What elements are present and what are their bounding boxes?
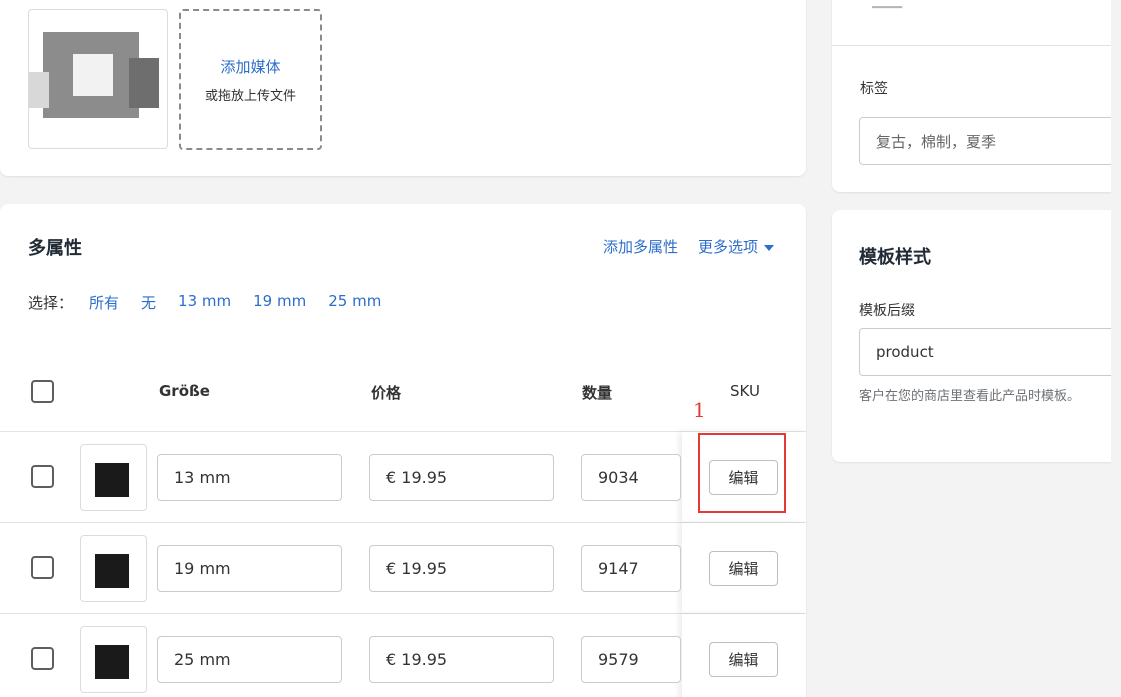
drop-hint: 或拖放上传文件 — [204, 88, 296, 104]
edit-button[interactable]: 编辑 — [709, 642, 778, 677]
quantity-input[interactable]: 9579 — [581, 636, 681, 683]
row-checkbox[interactable] — [31, 556, 54, 579]
size-input[interactable]: 13 mm — [157, 454, 342, 501]
annotation-marker: 1 — [693, 398, 706, 422]
annotation-highlight-box — [698, 433, 786, 513]
variant-image-swatch — [95, 554, 129, 588]
select-label: 选择： — [28, 294, 74, 312]
product-edit-page: 添加媒体 或拖放上传文件 多属性 添加多属性 更多选项 选择： 所有 无 13 … — [0, 0, 1121, 697]
variants-table-header: Größe 价格 数量 SKU — [0, 376, 806, 432]
tags-input[interactable]: 复古，棉制，夏季 — [859, 117, 1121, 165]
price-input[interactable]: € 19.95 — [369, 636, 554, 683]
column-header-sku: SKU — [730, 382, 760, 400]
variant-image[interactable] — [80, 626, 147, 693]
template-help-text: 客户在您的商店里查看此产品时模板。 — [859, 389, 1081, 404]
variant-image-swatch — [95, 645, 129, 679]
table-row: 13 mm € 19.95 9034 编辑 — [0, 432, 806, 523]
product-image-thumbnail[interactable] — [28, 9, 168, 149]
variants-title: 多属性 — [28, 238, 82, 259]
template-title: 模板样式 — [859, 247, 931, 268]
column-header-price: 价格 — [371, 384, 402, 402]
media-card: 添加媒体 或拖放上传文件 — [0, 0, 806, 176]
media-dropzone[interactable]: 添加媒体 或拖放上传文件 — [179, 9, 322, 150]
select-19mm-link[interactable]: 19 mm — [253, 292, 306, 313]
variant-select-row: 选择： 所有 无 13 mm 19 mm 25 mm — [28, 292, 381, 313]
select-none-link[interactable]: 无 — [141, 292, 156, 313]
table-row: 25 mm € 19.95 9579 编辑 — [0, 614, 806, 697]
select-all-link[interactable]: 所有 — [89, 292, 119, 313]
caret-down-icon — [764, 244, 774, 251]
template-suffix-label: 模板后缀 — [859, 303, 915, 319]
column-header-size: Größe — [159, 382, 210, 400]
scroll-gutter — [1111, 0, 1121, 697]
edit-button[interactable]: 编辑 — [709, 551, 778, 586]
price-input[interactable]: € 19.95 — [369, 545, 554, 592]
column-header-quantity: 数量 — [582, 384, 613, 402]
select-13mm-link[interactable]: 13 mm — [178, 292, 231, 313]
select-all-checkbox[interactable] — [31, 380, 54, 403]
tags-label: 标签 — [860, 81, 888, 97]
variant-image[interactable] — [80, 444, 147, 511]
faint-text-icon: ▁▁▁ — [872, 0, 902, 9]
tags-card: ▁▁▁ 标签 复古，棉制，夏季 — [832, 0, 1121, 192]
variant-image[interactable] — [80, 535, 147, 602]
variants-card: 多属性 添加多属性 更多选项 选择： 所有 无 13 mm 19 mm 25 m… — [0, 204, 806, 697]
template-suffix-input[interactable]: product — [859, 328, 1121, 376]
table-row: 19 mm € 19.95 9147 编辑 — [0, 523, 806, 614]
price-input[interactable]: € 19.95 — [369, 454, 554, 501]
more-options-dropdown[interactable]: 更多选项 — [698, 236, 774, 257]
size-input[interactable]: 19 mm — [157, 545, 342, 592]
variants-actions: 添加多属性 更多选项 — [603, 236, 774, 257]
quantity-input[interactable]: 9034 — [581, 454, 681, 501]
variant-image-swatch — [95, 463, 129, 497]
add-media-link[interactable]: 添加媒体 — [220, 56, 280, 77]
select-25mm-link[interactable]: 25 mm — [328, 292, 381, 313]
row-checkbox[interactable] — [31, 647, 54, 670]
quantity-input[interactable]: 9147 — [581, 545, 681, 592]
template-card: 模板样式 模板后缀 product 客户在您的商店里查看此产品时模板。 — [832, 210, 1121, 462]
tags-card-top-section: ▁▁▁ — [832, 0, 1121, 46]
row-checkbox[interactable] — [31, 465, 54, 488]
more-options-label: 更多选项 — [697, 238, 758, 256]
add-variant-link[interactable]: 添加多属性 — [603, 236, 678, 257]
size-input[interactable]: 25 mm — [157, 636, 342, 683]
